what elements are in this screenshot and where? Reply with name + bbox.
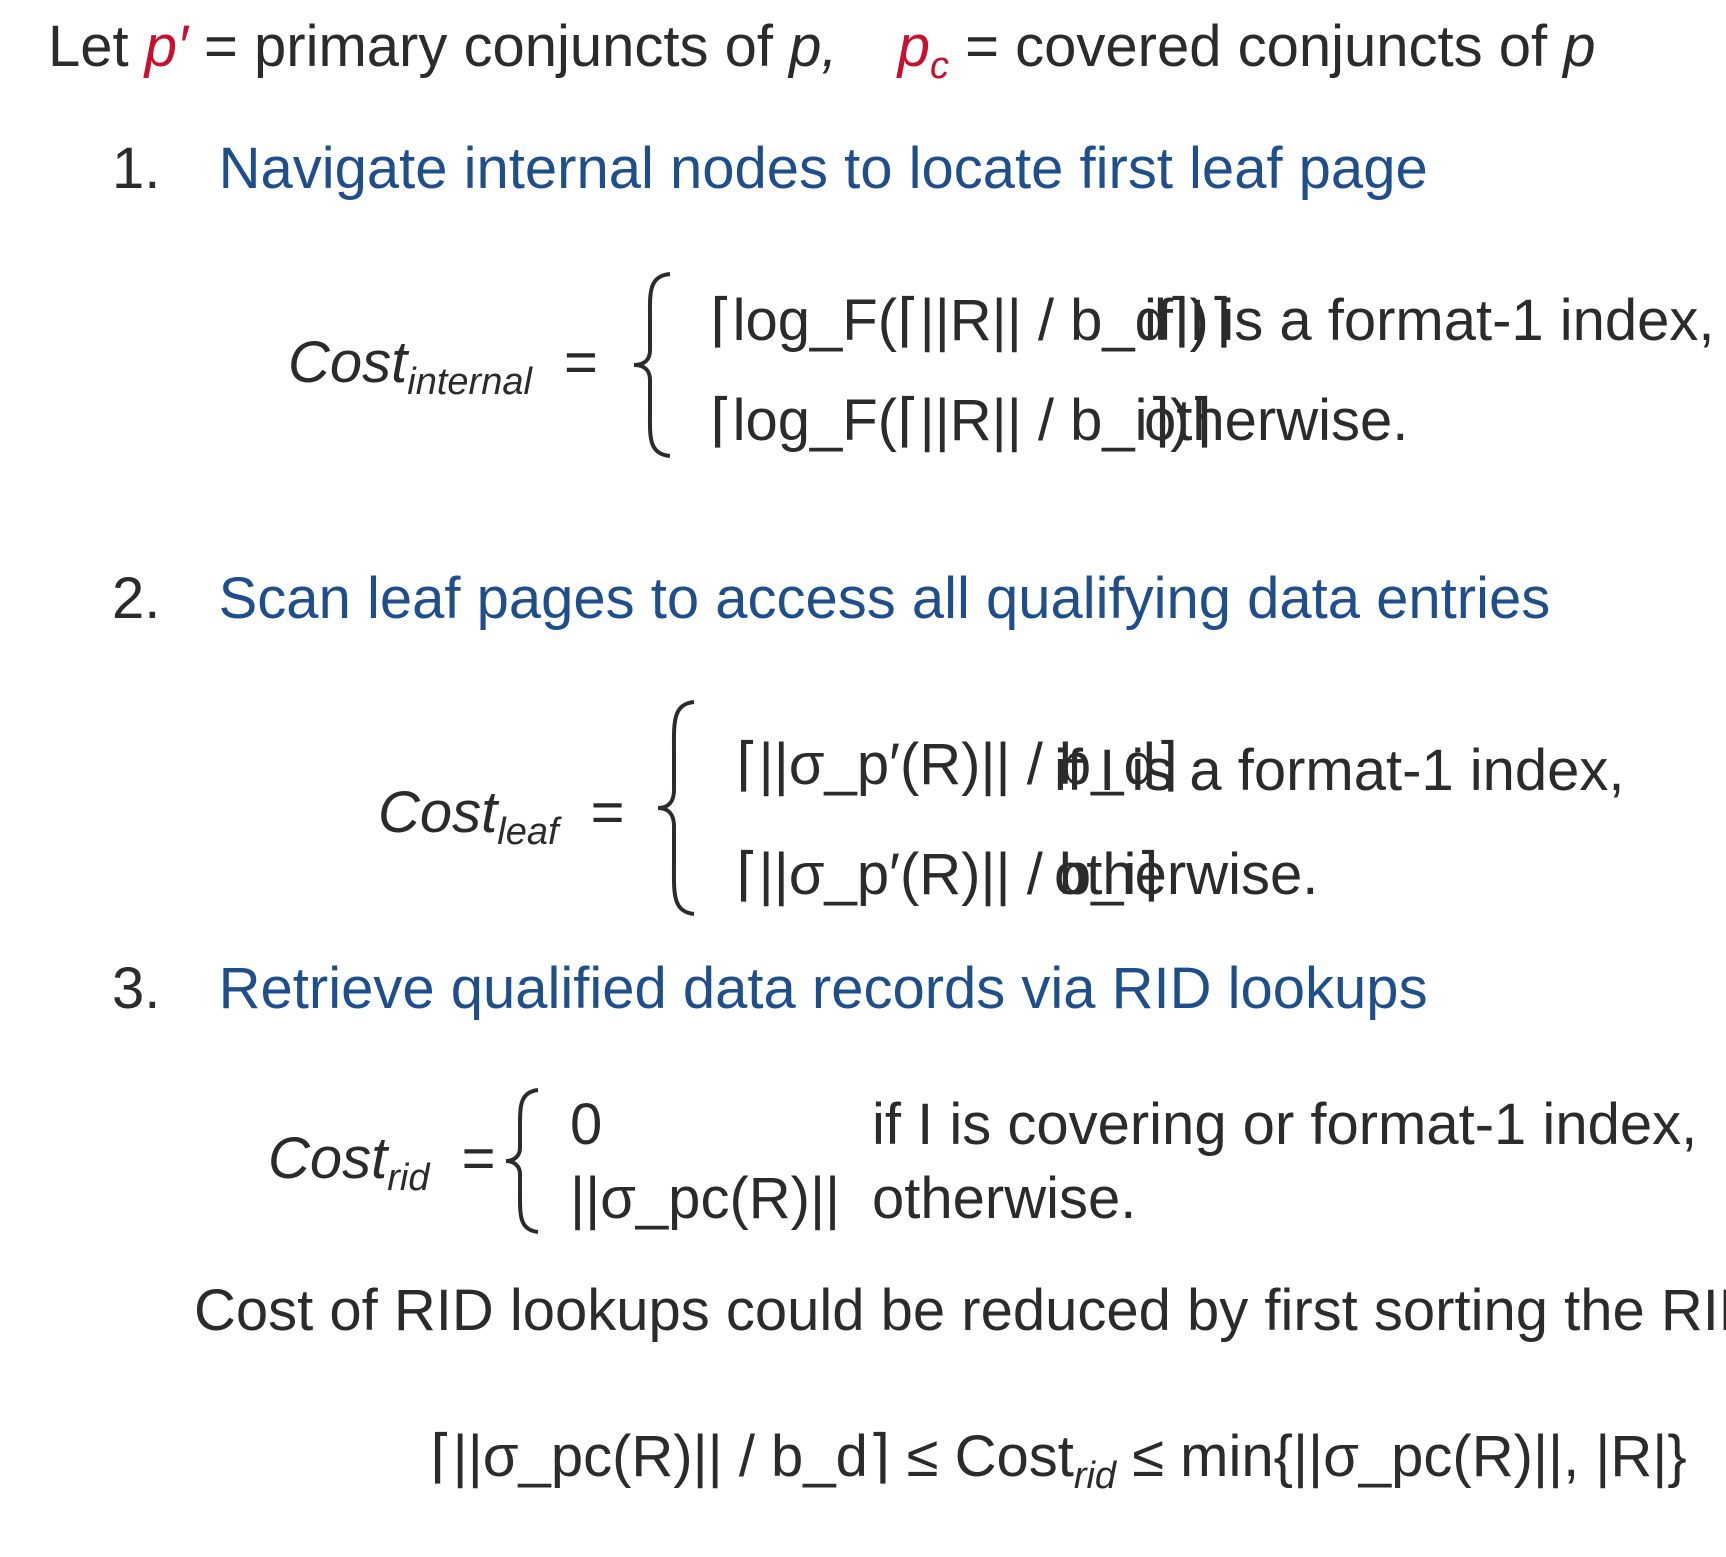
p-symbol: p, [789, 14, 838, 79]
rid-case1-expr: 0 [570, 1092, 603, 1157]
rid-case1-cond: if I is covering or format-1 index, [872, 1092, 1698, 1157]
cost-rid-label: Costrid = [268, 1126, 496, 1199]
step-2: 2. Scan leaf pages to access all qualify… [112, 570, 1550, 628]
le-symbol: ≤ [906, 1424, 939, 1489]
p-symbol-2: p [1563, 14, 1596, 79]
step-title: Scan leaf pages to access all qualifying… [218, 566, 1551, 631]
cost-internal-label: Costinternal = [288, 330, 598, 403]
internal-case2-expr: ⌈log_F(⌈||R|| / b_i⌉)⌉ [710, 388, 1213, 453]
step-number: 2. [112, 566, 161, 631]
bound-lower: ⌈||σ_pc(R)|| / b_d⌉ [430, 1424, 891, 1489]
step-1: 1. Navigate internal nodes to locate fir… [112, 140, 1428, 198]
step-title: Navigate internal nodes to locate first … [218, 136, 1428, 201]
step-number: 1. [112, 136, 161, 201]
bound-cost: Costrid [954, 1424, 1117, 1497]
left-brace [657, 700, 695, 916]
step-number: 3. [112, 956, 161, 1021]
left-brace [633, 272, 671, 458]
cost-leaf-label: Costleaf = [378, 780, 625, 853]
rid-case2-expr: ||σ_pc(R)|| [570, 1166, 841, 1231]
pc-symbol: pc [897, 14, 950, 87]
leaf-case1-cond: if I is a format-1 index, [1054, 738, 1625, 803]
le-symbol-2: ≤ [1132, 1424, 1165, 1489]
covered-conjuncts-text: = covered conjuncts of [965, 14, 1548, 79]
step-3: 3. Retrieve qualified data records via R… [112, 960, 1428, 1018]
rid-sorting-note: Cost of RID lookups could be reduced by … [194, 1278, 1726, 1343]
p-prime-symbol: p′ [144, 14, 188, 79]
rid-case2-cond: otherwise. [872, 1166, 1137, 1231]
let-word: Let [48, 14, 129, 79]
left-brace [505, 1088, 539, 1234]
internal-case1-cond: if I is a format-1 index, [1144, 288, 1715, 353]
bound-upper: min{||σ_pc(R)||, |R|} [1180, 1424, 1687, 1489]
intro-line: Let p′ = primary conjuncts of p, pc = co… [48, 18, 1596, 86]
internal-case2-cond: otherwise. [1144, 388, 1409, 453]
rid-cost-bound: ⌈||σ_pc(R)|| / b_d⌉ ≤ Costrid ≤ min{||σ_… [430, 1428, 1687, 1496]
leaf-case2-cond: otherwise. [1054, 842, 1319, 907]
step-title: Retrieve qualified data records via RID … [218, 956, 1428, 1021]
primary-conjuncts-text: = primary conjuncts of [204, 14, 773, 79]
